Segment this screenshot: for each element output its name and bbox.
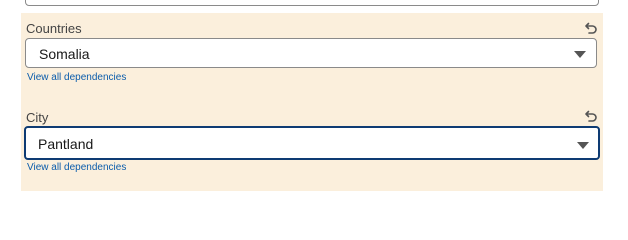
chevron-down-icon: [577, 142, 589, 149]
undo-icon[interactable]: [583, 108, 599, 124]
city-label: City: [26, 110, 49, 125]
previous-field-input[interactable]: [25, 0, 599, 6]
countries-select-value: Somalia: [39, 46, 90, 62]
form-page: Countries Somalia View all dependencies …: [0, 0, 628, 206]
undo-icon[interactable]: [583, 20, 599, 36]
countries-view-dependencies-link[interactable]: View all dependencies: [27, 72, 126, 83]
chevron-down-icon: [574, 51, 586, 58]
city-select-value: Pantland: [38, 136, 94, 152]
city-select[interactable]: Pantland: [24, 126, 600, 160]
countries-label: Countries: [26, 21, 82, 36]
countries-select[interactable]: Somalia: [25, 38, 597, 68]
city-view-dependencies-link[interactable]: View all dependencies: [27, 162, 126, 173]
